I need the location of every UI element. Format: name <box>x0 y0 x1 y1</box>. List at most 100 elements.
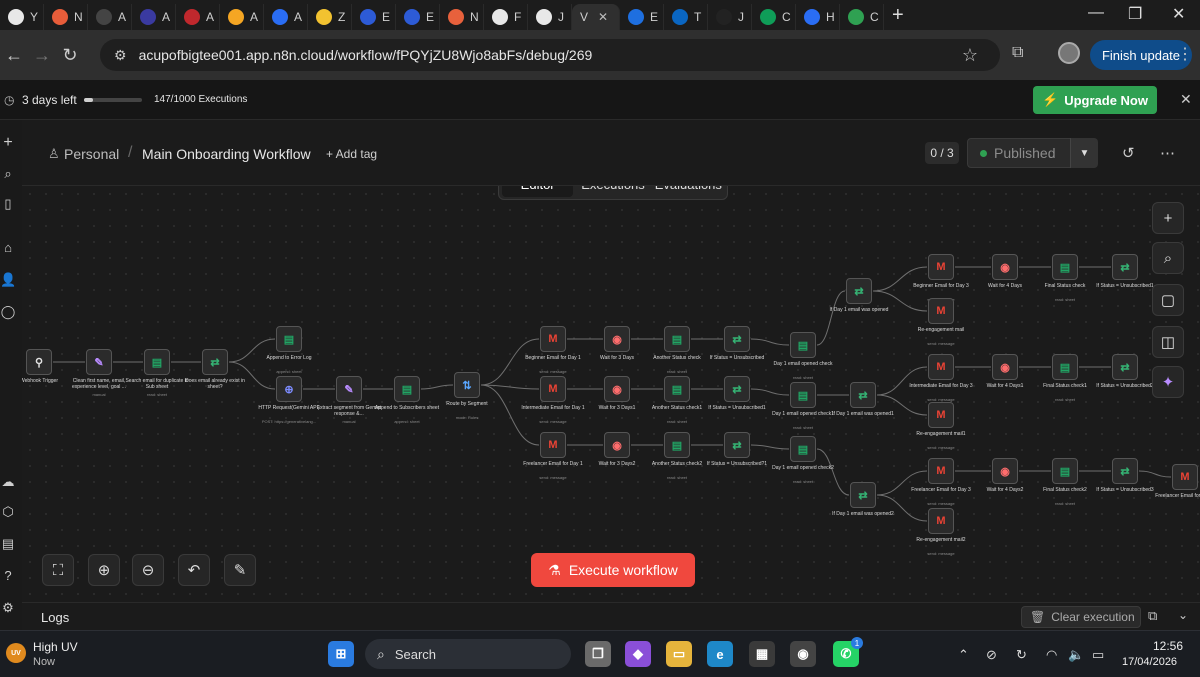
zoom-add-node-button[interactable]: + <box>1152 202 1184 234</box>
node-f-email1[interactable]: M <box>540 432 566 458</box>
node-appendsub[interactable]: ▤ <box>394 376 420 402</box>
chevron-down-icon[interactable]: ▼ <box>1070 138 1098 168</box>
node-wait4[interactable]: ◉ <box>992 254 1018 280</box>
browser-tab[interactable]: C <box>840 4 884 30</box>
logs-panel[interactable]: Logs 🗑 Clear execution ⧉ ⌄ <box>22 602 1200 630</box>
node-wait4-2[interactable]: ◉ <box>992 458 1018 484</box>
browser-tab[interactable]: Z <box>308 4 352 30</box>
node-wait3-2[interactable]: ◉ <box>604 432 630 458</box>
node-status[interactable]: ▤ <box>664 326 690 352</box>
node-if-opened[interactable]: ⇄ <box>846 278 872 304</box>
node-opened-check2[interactable]: ▤ <box>790 436 816 462</box>
close-tab-icon[interactable]: ✕ <box>598 10 608 24</box>
extensions-icon[interactable]: ⧉ <box>1012 44 1023 62</box>
restore-icon[interactable]: ❐ <box>1128 4 1142 24</box>
tray-app-icon[interactable]: ⊘ <box>986 647 997 663</box>
browser-tab[interactable]: E <box>620 4 664 30</box>
node-reeng2[interactable]: M <box>928 508 954 534</box>
node-b-email1[interactable]: M <box>540 326 566 352</box>
weather-title[interactable]: High UV <box>33 640 78 654</box>
node-reeng[interactable]: M <box>928 298 954 324</box>
minimize-icon[interactable]: — <box>1088 4 1104 22</box>
node-search-icon[interactable]: ⌕ <box>1152 242 1184 274</box>
site-info-icon[interactable]: ⚙ <box>114 47 127 64</box>
browser-tab[interactable]: J <box>708 4 752 30</box>
browser-tab[interactable]: T <box>664 4 708 30</box>
close-window-icon[interactable]: ✕ <box>1172 4 1185 24</box>
node-clean[interactable]: ✎ <box>86 349 112 375</box>
node-wait3-1[interactable]: ◉ <box>604 376 630 402</box>
zoom-in-icon[interactable]: ⊕ <box>88 554 120 586</box>
close-banner-icon[interactable]: ✕ <box>1180 91 1192 108</box>
clear-execution-button[interactable]: 🗑 Clear execution <box>1021 606 1141 628</box>
execute-workflow-button[interactable]: ⚗ Execute workflow <box>531 553 695 587</box>
node-unsubf1[interactable]: ⇄ <box>1112 354 1138 380</box>
browser-tab[interactable]: A <box>176 4 220 30</box>
node-unsubf[interactable]: ⇄ <box>1112 254 1138 280</box>
add-icon[interactable]: + <box>0 134 16 152</box>
file-explorer-icon[interactable]: ▭ <box>666 641 692 667</box>
taskbar-search[interactable]: ⌕ Search <box>365 639 571 669</box>
browser-tab[interactable]: A <box>264 4 308 30</box>
node-search[interactable]: ▤ <box>144 349 170 375</box>
clock-date[interactable]: 17/04/2026 <box>1122 656 1177 668</box>
menu-dots-icon[interactable]: ⋮ <box>1177 44 1193 64</box>
workflow-name[interactable]: Main Onboarding Workflow <box>142 146 311 162</box>
settings-icon[interactable]: ⚙ <box>0 600 16 616</box>
popout-icon[interactable]: ⧉ <box>1148 608 1157 624</box>
task-view-icon[interactable]: ❐ <box>585 641 611 667</box>
browser-tab[interactable]: E <box>352 4 396 30</box>
version-counter[interactable]: 0 / 3 <box>925 142 959 164</box>
node-wait3[interactable]: ◉ <box>604 326 630 352</box>
node-errorlog[interactable]: ▤ <box>276 326 302 352</box>
search-icon[interactable]: ⌕ <box>0 166 16 182</box>
back-icon[interactable]: ← <box>0 45 28 66</box>
tidy-up-icon[interactable]: ✎ <box>224 554 256 586</box>
node-opened-check1[interactable]: ▤ <box>790 382 816 408</box>
history-icon[interactable]: ↺ <box>1122 144 1135 162</box>
user-icon[interactable]: 👤 <box>0 272 16 288</box>
browser-tab[interactable]: N <box>44 4 88 30</box>
undo-icon[interactable]: ↶ <box>178 554 210 586</box>
bookmark-star-icon[interactable]: ☆ <box>962 45 978 66</box>
node-reeng1[interactable]: M <box>928 402 954 428</box>
browser-tab[interactable]: A <box>132 4 176 30</box>
chat-icon[interactable]: ◯ <box>0 304 16 320</box>
browser-tab[interactable]: E <box>396 4 440 30</box>
browser-tab[interactable]: Y <box>0 4 44 30</box>
panel-toggle-icon[interactable]: ▯ <box>0 196 16 212</box>
node-final1[interactable]: ▤ <box>1052 354 1078 380</box>
browser-tab[interactable]: F <box>484 4 528 30</box>
browser-tab[interactable]: J <box>528 4 572 30</box>
edge-icon[interactable]: e <box>707 641 733 667</box>
store-icon[interactable]: ▦ <box>749 641 775 667</box>
browser-tab[interactable]: C <box>752 4 796 30</box>
node-unsub1[interactable]: ⇄ <box>724 376 750 402</box>
node-f-email3[interactable]: M <box>928 458 954 484</box>
copilot-icon[interactable]: ◆ <box>625 641 651 667</box>
browser-tab[interactable]: A <box>88 4 132 30</box>
browser-tab[interactable]: A <box>220 4 264 30</box>
reload-icon[interactable]: ↻ <box>56 45 84 66</box>
node-unsub[interactable]: ⇄ <box>724 326 750 352</box>
browser-tab[interactable]: H <box>796 4 840 30</box>
workflow-canvas[interactable]: EditorExecutionsEvaluations ⚲Webhook Tri… <box>22 186 1200 602</box>
node-final2[interactable]: ▤ <box>1052 458 1078 484</box>
help-icon[interactable]: ? <box>0 568 16 583</box>
battery-icon[interactable]: ▭ <box>1092 647 1104 663</box>
node-i-email1[interactable]: M <box>540 376 566 402</box>
wifi-icon[interactable]: ◠ <box>1046 647 1057 663</box>
collapse-icon[interactable]: ⌄ <box>1178 608 1188 622</box>
forward-icon[interactable]: → <box>28 45 56 66</box>
node-if-opened2[interactable]: ⇄ <box>850 482 876 508</box>
sidebar-panel-icon[interactable]: ◫ <box>1152 326 1184 358</box>
zoom-out-icon[interactable]: ⊖ <box>132 554 164 586</box>
node-final[interactable]: ▤ <box>1052 254 1078 280</box>
home-icon[interactable]: ⌂ <box>0 240 16 255</box>
node-opened-check[interactable]: ▤ <box>790 332 816 358</box>
new-tab-button[interactable]: + <box>892 4 904 27</box>
clock-time[interactable]: 12:56 <box>1153 639 1183 653</box>
url-bar[interactable]: ⚙ acupofbigtee001.app.n8n.cloud/workflow… <box>100 39 1000 71</box>
tray-sync-icon[interactable]: ↻ <box>1016 647 1027 663</box>
node-extract[interactable]: ✎ <box>336 376 362 402</box>
